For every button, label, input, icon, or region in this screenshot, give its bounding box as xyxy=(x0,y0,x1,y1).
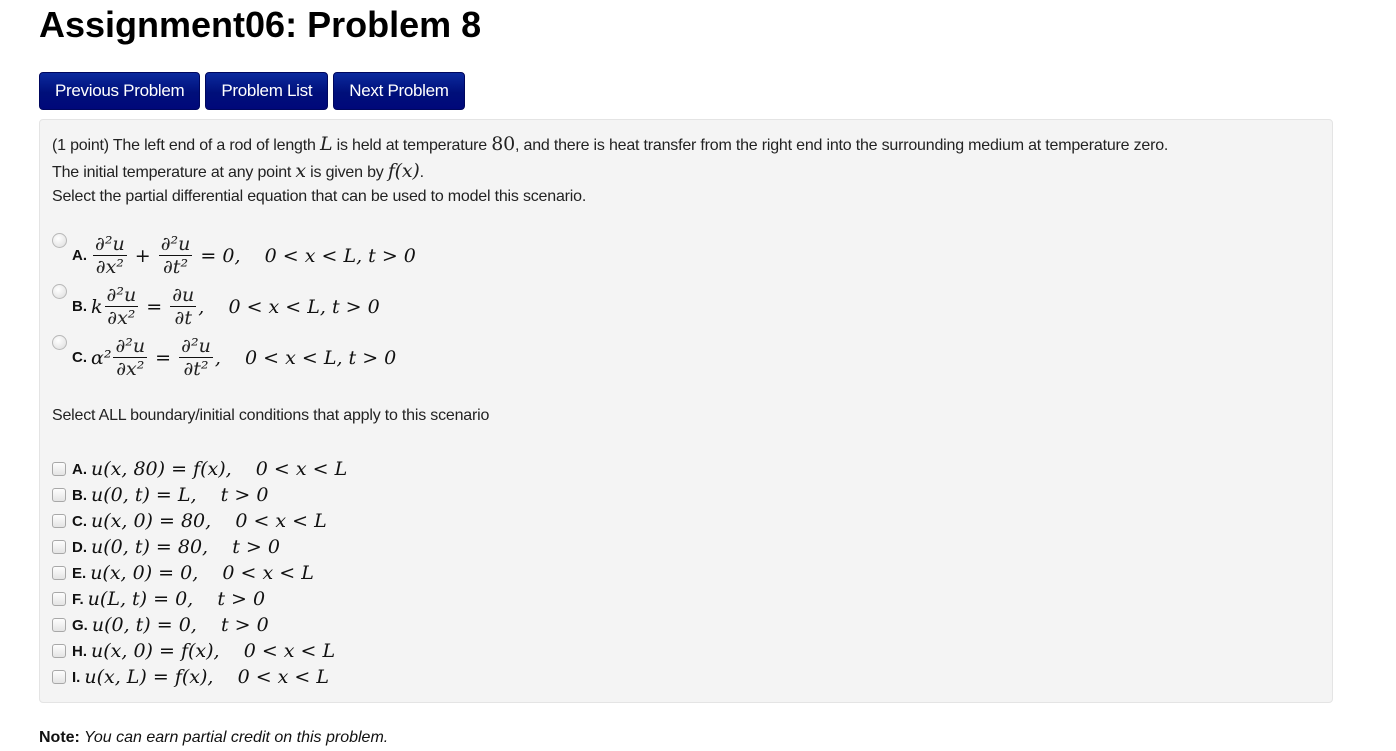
points-label: (1 point) xyxy=(52,137,109,154)
fraction: ∂u ∂t xyxy=(170,283,197,330)
math-temp: 80 xyxy=(491,133,515,155)
pde-radio-b[interactable] xyxy=(52,284,67,299)
bc-checkbox-c[interactable] xyxy=(52,514,66,528)
next-problem-button[interactable]: Next Problem xyxy=(333,72,465,110)
fraction: ∂²u ∂t² xyxy=(179,334,213,381)
pde-options: A. ∂²u ∂x² + ∂²u ∂t² = 0, 0 < x < L, t > 0… xyxy=(52,230,416,383)
fraction: ∂²u ∂t² xyxy=(158,232,193,279)
note-text: You can earn partial credit on this prob… xyxy=(79,729,389,746)
bc-checkbox-i[interactable] xyxy=(52,670,66,684)
partial-credit-note: Note: You can earn partial credit on thi… xyxy=(39,729,388,747)
bc-option-f: F. u(L, t) = 0, t > 0 xyxy=(52,586,347,612)
bc-option-i: I. u(x, L) = f(x), 0 < x < L xyxy=(52,664,347,690)
problem-line-2: The initial temperature at any point x i… xyxy=(52,159,424,182)
bc-checkbox-a[interactable] xyxy=(52,462,66,476)
page-title: Assignment06: Problem 8 xyxy=(39,4,482,45)
bc-checkbox-e[interactable] xyxy=(52,566,66,580)
math-L: L xyxy=(319,133,333,155)
bc-checkbox-b[interactable] xyxy=(52,488,66,502)
pde-radio-a[interactable] xyxy=(52,233,67,248)
note-label: Note: xyxy=(39,729,80,746)
pde-option-b: B. k ∂²u ∂x² = ∂u ∂t , 0 < x < L, t > 0 xyxy=(52,281,416,332)
bc-option-a: A. u(x, 80) = f(x), 0 < x < L xyxy=(52,456,347,482)
bc-option-g: G. u(0, t) = 0, t > 0 xyxy=(52,612,347,638)
problem-navigation: Previous Problem Problem List Next Probl… xyxy=(39,72,465,110)
problem-line-1: (1 point) The left end of a rod of lengt… xyxy=(52,133,1169,155)
problem-list-button[interactable]: Problem List xyxy=(205,72,329,110)
problem-statement: (1 point) The left end of a rod of lengt… xyxy=(52,132,1168,210)
bc-option-c: C. u(x, 0) = 80, 0 < x < L xyxy=(52,508,347,534)
bc-option-d: D. u(0, t) = 80, t > 0 xyxy=(52,534,347,560)
bc-checkbox-d[interactable] xyxy=(52,540,66,554)
bc-checkbox-g[interactable] xyxy=(52,618,66,632)
pde-option-a: A. ∂²u ∂x² + ∂²u ∂t² = 0, 0 < x < L, t > 0 xyxy=(52,230,416,281)
bc-instructions: Select ALL boundary/initial conditions t… xyxy=(52,407,490,424)
bc-options: A. u(x, 80) = f(x), 0 < x < L B. u(0, t)… xyxy=(52,456,347,690)
bc-option-b: B. u(0, t) = L, t > 0 xyxy=(52,482,347,508)
pde-radio-c[interactable] xyxy=(52,335,67,350)
bc-checkbox-f[interactable] xyxy=(52,592,66,606)
problem-panel: (1 point) The left end of a rod of lengt… xyxy=(39,119,1333,703)
fraction: ∂²u ∂x² xyxy=(113,334,148,381)
math-x: x xyxy=(295,159,306,182)
previous-problem-button[interactable]: Previous Problem xyxy=(39,72,201,110)
bc-option-h: H. u(x, 0) = f(x), 0 < x < L xyxy=(52,638,347,664)
math-fx: f(x) xyxy=(387,159,420,182)
fraction: ∂²u ∂x² xyxy=(104,283,139,330)
pde-option-c: C. α² ∂²u ∂x² = ∂²u ∂t² , 0 < x < L, t > 0 xyxy=(52,332,416,383)
bc-option-e: E. u(x, 0) = 0, 0 < x < L xyxy=(52,560,347,586)
bc-checkbox-h[interactable] xyxy=(52,644,66,658)
fraction: ∂²u ∂x² xyxy=(93,232,127,279)
problem-line-3: Select the partial differential equation… xyxy=(52,188,587,205)
